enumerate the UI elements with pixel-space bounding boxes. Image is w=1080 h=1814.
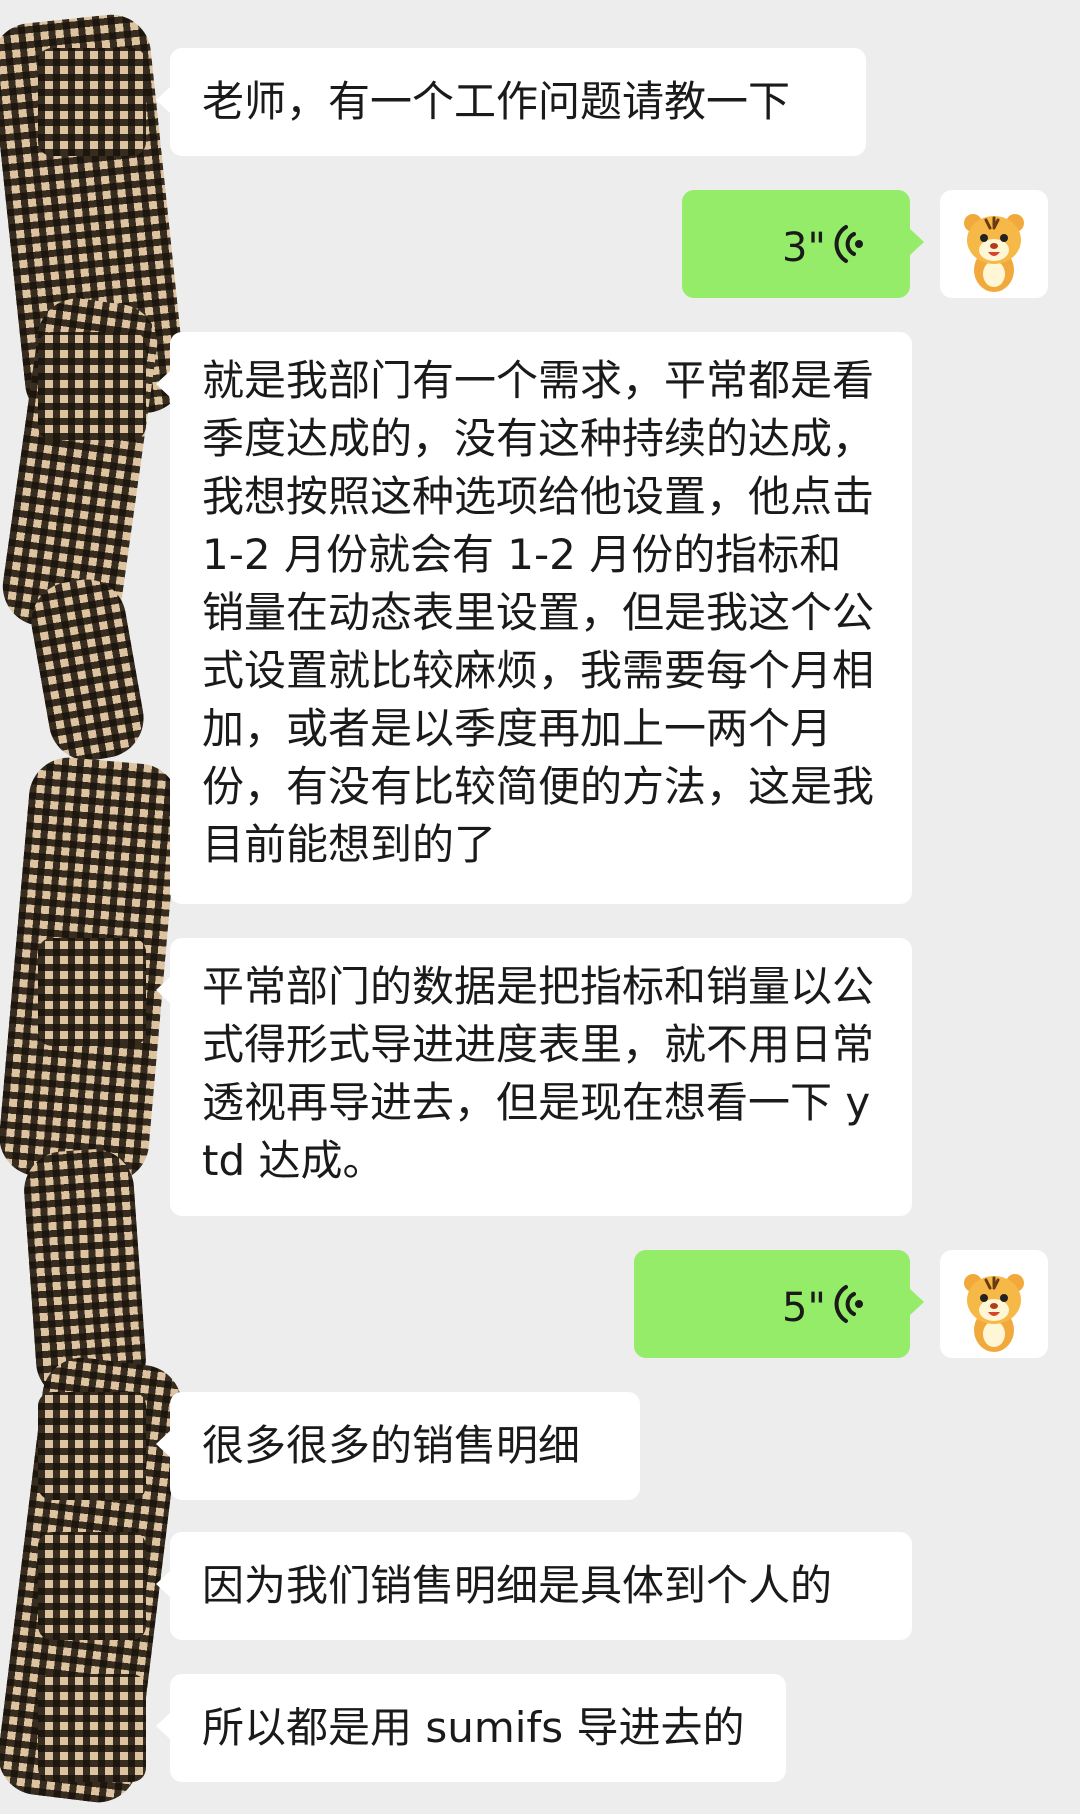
message-bubble-incoming[interactable]: 老师，有一个工作问题请教一下 [156,48,866,156]
message-text: 因为我们销售明细是具体到个人的 [202,1561,833,1610]
message-bubble-incoming[interactable]: 就是我部门有一个需求，平常都是看季度达成的，没有这种持续的达成，我想按照这种选项… [156,332,912,904]
my-avatar[interactable] [940,190,1048,298]
message-text: 很多很多的销售明细 [202,1421,581,1470]
contact-avatar[interactable] [38,48,146,156]
voice-message-bubble[interactable]: 5" [634,1250,924,1358]
message-text: 老师，有一个工作问题请教一下 [202,77,791,126]
contact-avatar[interactable] [38,1532,146,1640]
voice-duration: 3" [782,225,826,271]
tiger-avatar-icon [964,214,1024,292]
voice-wave-icon [834,1285,863,1323]
message-bubble-incoming[interactable]: 因为我们销售明细是具体到个人的 [156,1532,912,1640]
message-bubble-incoming[interactable]: 很多很多的销售明细 [156,1392,640,1500]
redaction-scribble [25,573,150,767]
contact-avatar[interactable] [38,1674,146,1782]
message-text: 所以都是用 sumifs 导进去的 [202,1703,745,1752]
contact-avatar[interactable] [38,938,146,1046]
voice-wave-icon [834,225,863,263]
my-avatar[interactable] [940,1250,1048,1358]
message-bubble-incoming[interactable]: 平常部门的数据是把指标和销量以公式得形式导进进度表里，就不用日常透视再导进去，但… [156,938,912,1216]
contact-avatar[interactable] [38,1392,146,1500]
voice-message-bubble[interactable]: 3" [682,190,924,298]
voice-duration: 5" [782,1285,826,1331]
contact-avatar[interactable] [38,332,146,440]
message-text: 就是我部门有一个需求，平常都是看季度达成的，没有这种持续的达成，我想按照这种选项… [202,356,875,869]
message-text: 平常部门的数据是把指标和销量以公式得形式导进进度表里，就不用日常透视再导进去，但… [202,962,875,1185]
tiger-avatar-icon [964,1274,1024,1352]
message-bubble-incoming[interactable]: 所以都是用 sumifs 导进去的 [156,1674,786,1782]
